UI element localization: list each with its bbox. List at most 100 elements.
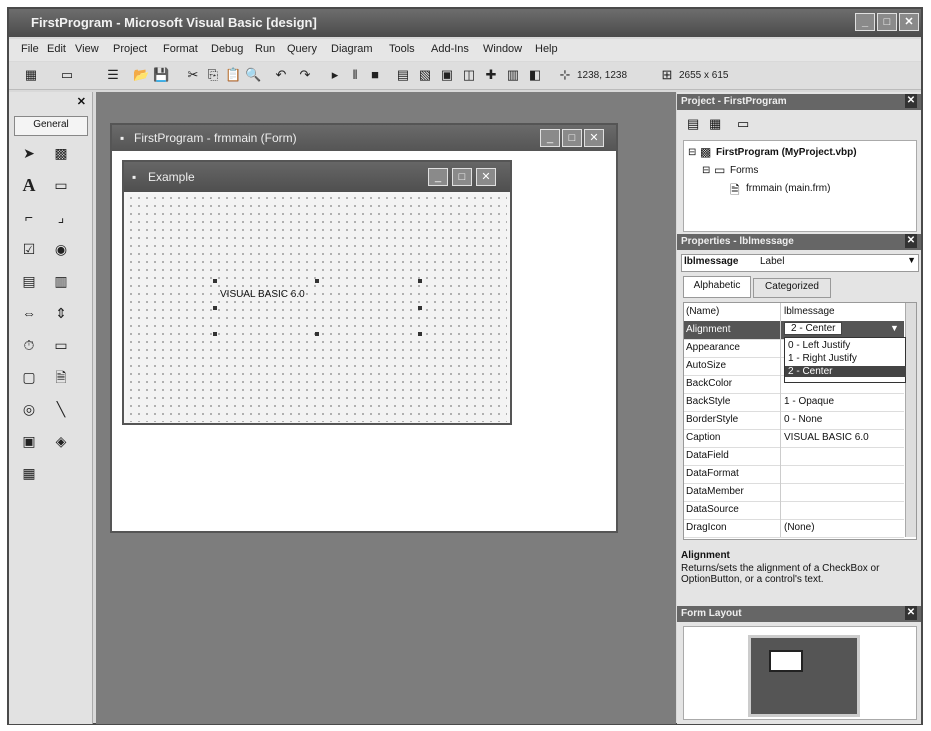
checkbox-tool-icon[interactable]: ☑ xyxy=(17,238,41,260)
property-value-combo[interactable]: 2 - Center xyxy=(784,322,843,335)
form-window-maximize-button[interactable]: □ xyxy=(562,129,582,147)
example-close-button[interactable]: ✕ xyxy=(476,168,496,186)
property-row[interactable]: BackStyle 1 - Opaque xyxy=(684,393,904,412)
picturebox-tool-icon[interactable]: ▩ xyxy=(49,142,73,164)
menu-diagram[interactable]: Diagram xyxy=(331,43,373,55)
tab-categorized[interactable]: Categorized xyxy=(753,278,831,298)
label-control-lblmessage[interactable]: VISUAL BASIC 6.0 xyxy=(214,280,420,334)
data-view-icon[interactable]: ▥ xyxy=(505,67,521,83)
dropdown-option-selected[interactable]: 2 - Center xyxy=(785,366,906,377)
hscrollbar-tool-icon[interactable]: ⇔ xyxy=(17,302,41,324)
copy-icon[interactable]: ⎘ xyxy=(205,67,221,83)
close-button[interactable]: ✕ xyxy=(899,13,919,31)
tree-collapse-icon[interactable]: ⊟ xyxy=(688,147,696,158)
project-root-node[interactable]: FirstProgram (MyProject.vbp) xyxy=(716,147,857,158)
component-manager-icon[interactable]: ◧ xyxy=(527,67,543,83)
property-row[interactable]: DataMember xyxy=(684,483,904,502)
project-panel-close-icon[interactable]: ✕ xyxy=(905,94,917,108)
menu-view[interactable]: View xyxy=(75,43,99,55)
textbox-tool-icon[interactable]: ▭ xyxy=(49,174,73,196)
listbox-tool-icon[interactable]: ▥ xyxy=(49,270,73,292)
menu-window[interactable]: Window xyxy=(483,43,522,55)
ole-tool-icon[interactable]: ▦ xyxy=(17,462,41,484)
property-row[interactable]: (Name) lblmessage xyxy=(684,303,904,322)
break-icon[interactable]: ‖ xyxy=(347,67,363,83)
end-icon[interactable]: ■ xyxy=(367,67,383,83)
selection-handle[interactable] xyxy=(213,279,217,283)
menu-project[interactable]: Project xyxy=(113,43,147,55)
selection-handle[interactable] xyxy=(315,332,319,336)
dirlistbox-tool-icon[interactable]: ▢ xyxy=(17,366,41,388)
alignment-dropdown-list[interactable]: 0 - Left Justify 1 - Right Justify 2 - C… xyxy=(784,337,906,383)
selection-handle[interactable] xyxy=(418,306,422,310)
undo-icon[interactable]: ↶ xyxy=(273,67,289,83)
folder-collapse-icon[interactable]: ⊟ xyxy=(702,165,710,176)
toggle-folders-icon[interactable]: ▭ xyxy=(737,116,749,132)
view-object-icon[interactable]: ▦ xyxy=(709,116,721,132)
menu-debug[interactable]: Debug xyxy=(211,43,243,55)
dropdown-arrow-icon[interactable]: ▼ xyxy=(890,323,899,333)
menu-tools[interactable]: Tools xyxy=(389,43,415,55)
property-grid-scrollbar[interactable] xyxy=(905,303,916,537)
chevron-down-icon[interactable]: ▼ xyxy=(907,255,916,265)
object-selector[interactable]: lblmessage Label ▼ xyxy=(681,254,919,272)
cut-icon[interactable]: ✂ xyxy=(185,67,201,83)
menu-addins[interactable]: Add-Ins xyxy=(431,43,469,55)
shape-tool-icon[interactable]: ◎ xyxy=(17,398,41,420)
form-layout-icon[interactable]: ▣ xyxy=(439,67,455,83)
project-explorer-icon[interactable]: ▤ xyxy=(395,67,411,83)
selection-handle[interactable] xyxy=(315,279,319,283)
dropdown-option[interactable]: 1 - Right Justify xyxy=(788,353,857,364)
image-tool-icon[interactable]: ▣ xyxy=(17,430,41,452)
frame-tool-icon[interactable]: ⌐ xyxy=(17,206,41,228)
paste-icon[interactable]: 📋 xyxy=(225,67,241,83)
menu-edit[interactable]: Edit xyxy=(47,43,66,55)
vscrollbar-tool-icon[interactable]: ⇕ xyxy=(49,302,73,324)
label-tool-icon[interactable]: A xyxy=(17,174,41,196)
redo-icon[interactable]: ↷ xyxy=(297,67,313,83)
selection-handle[interactable] xyxy=(213,332,217,336)
selection-handle[interactable] xyxy=(213,306,217,310)
object-browser-icon[interactable]: ◫ xyxy=(461,67,477,83)
drivelistbox-tool-icon[interactable]: ▭ xyxy=(49,334,73,356)
form-window-minimize-button[interactable]: _ xyxy=(540,129,560,147)
pointer-tool-icon[interactable]: ➤ xyxy=(17,142,41,164)
toolbox-general-tab[interactable]: General xyxy=(14,116,88,136)
view-code-icon[interactable]: ▤ xyxy=(687,116,699,132)
timer-tool-icon[interactable]: ⏱ xyxy=(17,334,41,356)
save-icon[interactable]: 💾 xyxy=(153,67,169,83)
form-window-close-button[interactable]: ✕ xyxy=(584,129,604,147)
menu-run[interactable]: Run xyxy=(255,43,275,55)
example-minimize-button[interactable]: _ xyxy=(428,168,448,186)
menu-format[interactable]: Format xyxy=(163,43,198,55)
property-row[interactable]: Caption VISUAL BASIC 6.0 xyxy=(684,429,904,448)
maximize-button[interactable]: □ xyxy=(877,13,897,31)
selection-handle[interactable] xyxy=(418,332,422,336)
open-icon[interactable]: 📂 xyxy=(133,67,149,83)
menu-editor-icon[interactable]: ☰ xyxy=(105,67,121,83)
example-form[interactable]: ▪ Example _ □ ✕ VISUAL BASIC 6.0 xyxy=(122,160,512,425)
find-icon[interactable]: 🔍 xyxy=(245,67,261,83)
forms-folder-node[interactable]: Forms xyxy=(730,165,758,176)
minimize-button[interactable]: _ xyxy=(855,13,875,31)
toolbox-icon[interactable]: ✚ xyxy=(483,67,499,83)
filelistbox-tool-icon[interactable]: 🗎 xyxy=(49,366,73,388)
tab-alphabetic[interactable]: Alphabetic xyxy=(683,276,751,298)
line-tool-icon[interactable]: ╲ xyxy=(49,398,73,420)
add-project-icon[interactable]: ▦ xyxy=(23,67,39,83)
menu-file[interactable]: File xyxy=(21,43,39,55)
start-icon[interactable]: ▸ xyxy=(327,67,343,83)
commandbutton-tool-icon[interactable]: ⌟ xyxy=(49,206,73,228)
property-row[interactable]: DataFormat xyxy=(684,465,904,484)
dropdown-option[interactable]: 0 - Left Justify xyxy=(788,340,850,351)
menu-help[interactable]: Help xyxy=(535,43,558,55)
optionbutton-tool-icon[interactable]: ◉ xyxy=(49,238,73,260)
property-row[interactable]: DataSource xyxy=(684,501,904,520)
form-layout-close-icon[interactable]: ✕ xyxy=(905,606,917,620)
property-row[interactable]: BorderStyle 0 - None xyxy=(684,411,904,430)
selection-handle[interactable] xyxy=(418,279,422,283)
add-form-icon[interactable]: ▭ xyxy=(59,67,75,83)
properties-panel-close-icon[interactable]: ✕ xyxy=(905,234,917,248)
toolbox-close-icon[interactable]: ✕ xyxy=(77,95,86,108)
property-row[interactable]: DragIcon (None) xyxy=(684,519,904,538)
